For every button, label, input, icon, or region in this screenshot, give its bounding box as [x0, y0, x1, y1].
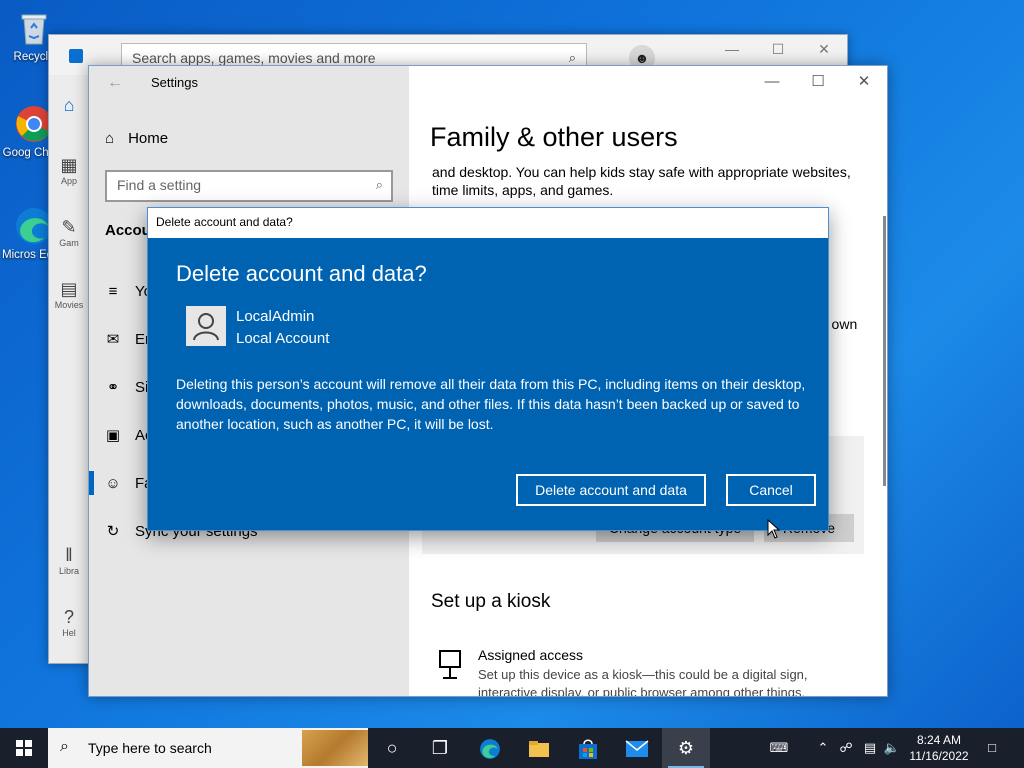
search-icon: ⌕	[60, 738, 69, 755]
gaming-icon: ✎	[61, 217, 77, 237]
assigned-access-description: Set up this device as a kiosk—this could…	[478, 667, 808, 697]
clock-time: 8:24 AM	[916, 733, 962, 747]
sign-in-key-icon: ⚭	[106, 379, 120, 396]
cortana-icon[interactable]: ○	[368, 728, 416, 768]
security-icon[interactable]: ☍	[836, 728, 856, 768]
account-name: LocalAdmin	[236, 308, 315, 325]
your-info-icon: ≡	[108, 282, 118, 300]
window-title: Settings	[151, 75, 198, 90]
store-nav-help[interactable]: ? Hel	[49, 607, 89, 638]
assigned-access-link[interactable]: Assigned access	[478, 647, 583, 663]
email-icon: ✉	[106, 331, 120, 348]
search-icon: ⌕	[568, 50, 576, 65]
store-logo-icon	[69, 49, 83, 63]
account-type: Local Account	[236, 330, 330, 347]
movies-icon: ▤	[60, 279, 78, 299]
taskbar-search-input[interactable]: ⌕ Type here to search	[48, 728, 368, 768]
settings-gear-icon[interactable]: ⚙	[662, 728, 710, 768]
store-sidebar: ⌂ ▦ App ✎ Gam ▤ Movies ‖ Libra ? Hel	[49, 75, 89, 663]
task-view-icon[interactable]: ❐	[416, 728, 464, 768]
minimize-button[interactable]: —	[709, 35, 755, 65]
help-icon: ?	[63, 607, 74, 627]
home-icon: ⌂	[63, 95, 75, 115]
notification-icon[interactable]: □	[980, 728, 1004, 768]
access-work-icon: ▣	[105, 427, 121, 444]
dialog-message: Deleting this person’s account will remo…	[176, 376, 806, 432]
delete-account-dialog: Delete account and data? Delete account …	[147, 207, 829, 531]
store-taskbar-icon[interactable]	[564, 728, 612, 768]
maximize-button[interactable]: ☐	[795, 66, 841, 98]
mouse-cursor-icon	[767, 518, 781, 539]
touch-keyboard-icon[interactable]: ⌨	[764, 728, 794, 768]
close-button[interactable]: ✕	[801, 35, 847, 65]
maximize-button[interactable]: ☐	[755, 35, 801, 65]
kiosk-icon	[437, 650, 463, 680]
start-button[interactable]	[0, 728, 48, 768]
family-icon: ☺	[105, 474, 121, 492]
store-nav-library[interactable]: ‖ Libra	[49, 545, 89, 576]
page-title: Family & other users	[430, 122, 678, 152]
kiosk-heading: Set up a kiosk	[431, 591, 551, 612]
home-link[interactable]: ⌂ Home	[105, 130, 168, 147]
sync-icon: ↻	[106, 523, 120, 540]
store-nav-apps[interactable]: ▦ App	[49, 155, 89, 186]
taskbar: ⌕ Type here to search ○ ❐ ⚙ ⌨ ⌃ ☍ ▤ 🔈 8:…	[0, 728, 1024, 768]
edge-taskbar-icon[interactable]	[466, 728, 514, 768]
store-nav-gaming[interactable]: ✎ Gam	[49, 217, 89, 248]
library-icon: ‖	[65, 545, 73, 565]
apps-icon: ▦	[60, 155, 78, 175]
mail-icon[interactable]	[613, 728, 661, 768]
volume-icon[interactable]: 🔈	[882, 728, 902, 768]
user-avatar-icon	[186, 306, 226, 346]
dialog-titlebar: Delete account and data?	[148, 208, 828, 238]
clock-date: 11/16/2022	[909, 749, 969, 763]
home-icon: ⌂	[105, 130, 115, 147]
scrollbar[interactable]	[883, 216, 886, 486]
chevron-up-icon[interactable]: ⌃	[814, 728, 832, 768]
search-icon: ⌕	[375, 177, 383, 192]
network-icon[interactable]: ▤	[860, 728, 880, 768]
store-nav-home[interactable]: ⌂	[49, 95, 89, 116]
family-description: and desktop. You can help kids stay safe…	[432, 164, 851, 198]
clock[interactable]: 8:24 AM 11/16/2022	[903, 732, 975, 764]
cancel-button[interactable]: Cancel	[726, 474, 816, 506]
file-explorer-icon[interactable]	[515, 728, 563, 768]
store-nav-movies[interactable]: ▤ Movies	[49, 279, 89, 310]
find-setting-input[interactable]: Find a setting ⌕	[105, 170, 393, 202]
minimize-button[interactable]: —	[749, 66, 795, 98]
dialog-heading: Delete account and data?	[176, 261, 427, 286]
back-arrow-icon[interactable]: ←	[107, 74, 123, 92]
windows-logo-icon	[16, 740, 32, 756]
search-highlight-image	[302, 730, 368, 766]
delete-account-button[interactable]: Delete account and data	[516, 474, 706, 506]
close-button[interactable]: ✕	[841, 66, 887, 98]
